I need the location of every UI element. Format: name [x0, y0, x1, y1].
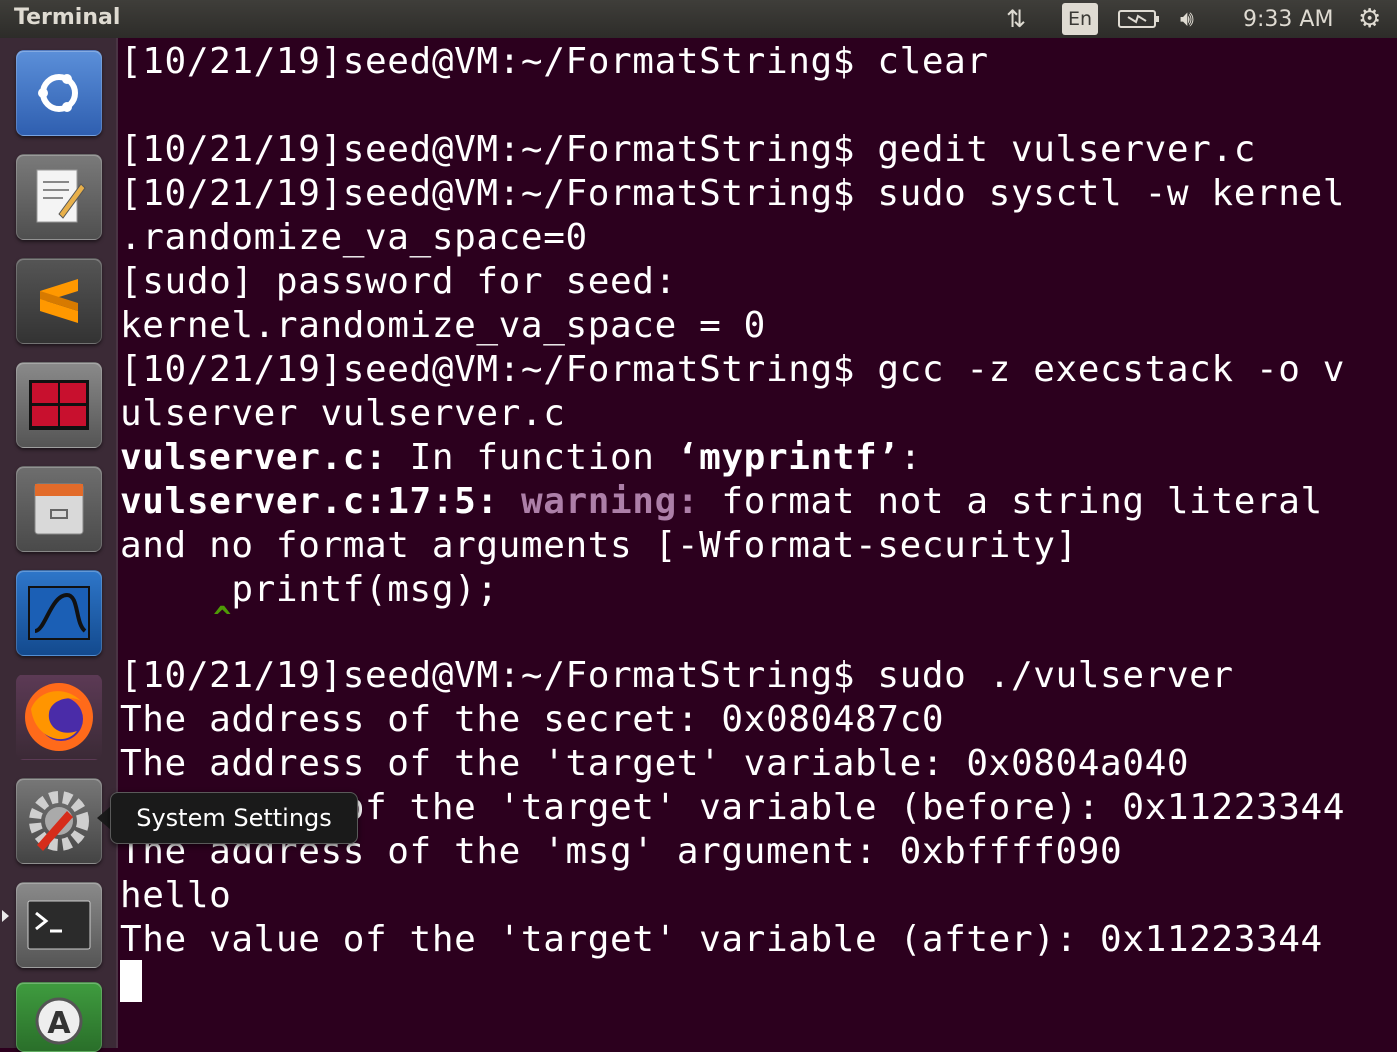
firefox-icon — [25, 683, 93, 751]
terminal-line: .randomize_va_space=0 — [120, 217, 588, 258]
clock[interactable]: 9:33 AM — [1243, 4, 1333, 34]
app-title: Terminal — [14, 5, 121, 30]
file-cabinet-icon — [34, 483, 84, 535]
launcher: A — [0, 38, 118, 1052]
terminal-line: [10/21/19]seed@VM:~/FormatString$ gcc -z… — [120, 349, 1346, 390]
terminal-line: The address of the secret: 0x080487c0 — [120, 699, 945, 740]
launcher-tooltip: System Settings — [110, 792, 358, 844]
software-updater-icon: A — [35, 997, 83, 1045]
terminal-line: [10/21/19]seed@VM:~/FormatString$ gedit … — [120, 129, 1256, 170]
terminator-button[interactable] — [16, 362, 102, 448]
wireshark-button[interactable] — [16, 570, 102, 656]
volume-icon[interactable]: 🔊︎ — [1180, 4, 1194, 34]
terminal-line: hello — [120, 875, 232, 916]
terminal-line: [10/21/19]seed@VM:~/FormatString$ sudo .… — [120, 655, 1234, 696]
svg-text:A: A — [47, 1006, 71, 1041]
terminal-line: and no format arguments [-Wformat-securi… — [120, 525, 1078, 566]
sublime-text-button[interactable] — [16, 258, 102, 344]
tooltip-arrow — [97, 806, 111, 830]
terminator-icon — [29, 380, 89, 430]
ubuntu-dash-button[interactable] — [16, 50, 102, 136]
wireshark-fin-icon — [28, 586, 90, 640]
software-updater-button[interactable]: A — [16, 982, 102, 1052]
terminal-line: [10/21/19]seed@VM:~/FormatString$ sudo s… — [120, 173, 1346, 214]
running-indicator — [2, 910, 9, 922]
network-arrows-icon[interactable]: ⇅ — [1006, 4, 1026, 34]
gear-icon[interactable]: ⚙ — [1358, 4, 1381, 34]
top-panel: Terminal ⇅ En 🔊︎ 9:33 AM ⚙ — [0, 0, 1397, 38]
system-settings-button[interactable] — [16, 778, 102, 864]
compiler-message: vulserver.c: In function ‘myprintf’: — [120, 437, 922, 478]
terminal-line: kernel.randomize_va_space = 0 — [120, 305, 766, 346]
terminal-line: [sudo] password for seed: — [120, 261, 677, 302]
terminal-line: [10/21/19]seed@VM:~/FormatString$ clear — [120, 41, 989, 82]
system-settings-gear-icon — [29, 791, 89, 851]
keyboard-layout-indicator[interactable]: En — [1062, 3, 1098, 35]
ubuntu-logo-icon — [38, 74, 78, 112]
terminal-line: ulserver vulserver.c — [120, 393, 566, 434]
terminal-cursor — [120, 960, 142, 1002]
compiler-warning: vulserver.c:17:5: warning: format not a … — [120, 481, 1323, 522]
text-editor-button[interactable] — [16, 154, 102, 240]
sublime-text-icon — [40, 279, 78, 323]
firefox-button[interactable] — [16, 674, 102, 760]
battery-icon[interactable] — [1118, 4, 1160, 34]
terminal-line: The address of the 'target' variable: 0x… — [120, 743, 1190, 784]
file-manager-button[interactable] — [16, 466, 102, 552]
terminal-button[interactable] — [16, 882, 102, 968]
terminal-line: The value of the 'target' variable (afte… — [120, 919, 1323, 960]
text-editor-icon — [36, 169, 86, 223]
terminal-icon — [27, 900, 91, 950]
terminal-output[interactable]: [10/21/19]seed@VM:~/FormatString$ clear … — [118, 38, 1397, 1048]
warning-caret: ^ — [120, 601, 232, 636]
